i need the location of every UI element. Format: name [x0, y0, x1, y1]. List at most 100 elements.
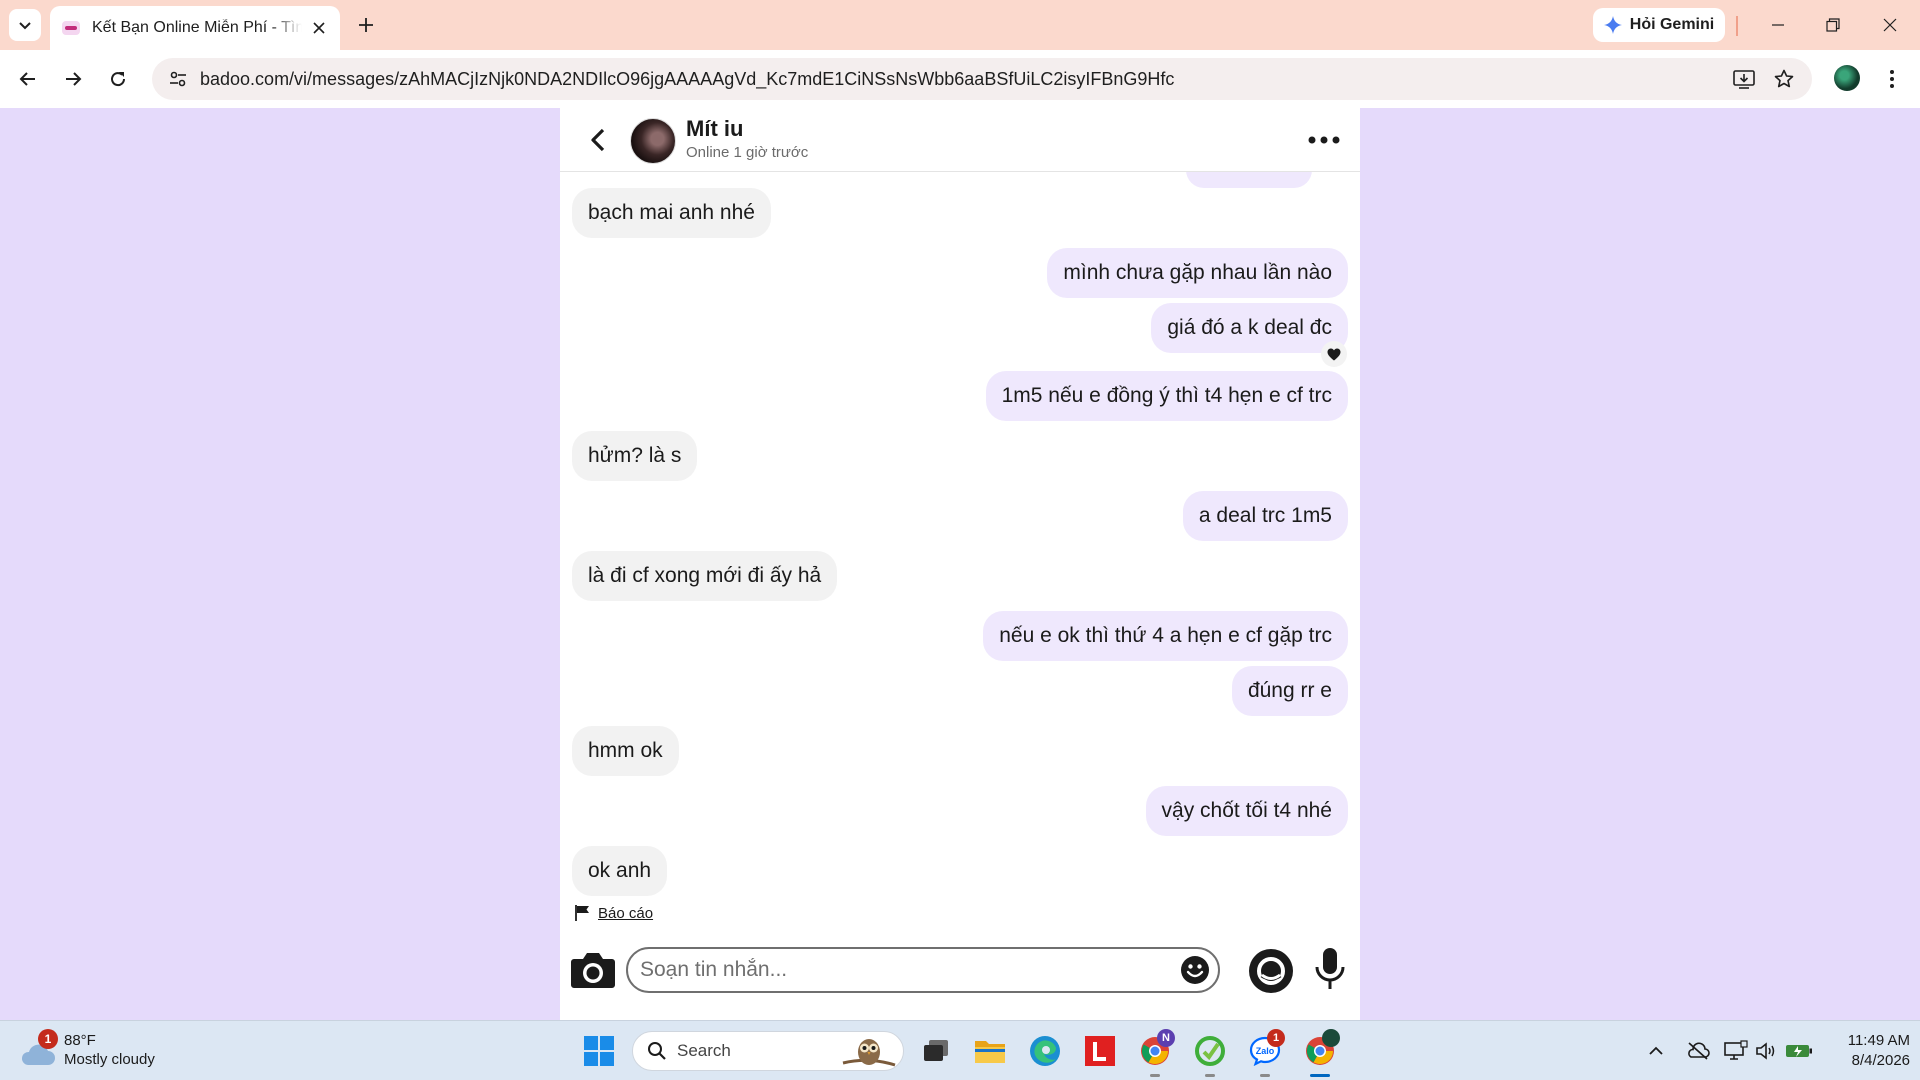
smiley-icon [1181, 956, 1209, 984]
message-outgoing[interactable]: mình chưa gặp nhau lần nào [1047, 248, 1348, 298]
file-explorer-button[interactable] [970, 1031, 1010, 1071]
new-tab-button[interactable] [352, 11, 380, 39]
sticker-icon [1249, 949, 1293, 993]
message-incoming[interactable]: hmm ok [572, 726, 679, 776]
running-indicator [1150, 1074, 1160, 1077]
green-app-button[interactable] [1190, 1031, 1230, 1077]
address-bar[interactable]: badoo.com/vi/messages/zAhMACjIzNjk0NDA2N… [152, 58, 1812, 100]
reload-button[interactable] [102, 63, 134, 95]
contact-status: Online 1 giờ trước [686, 144, 809, 161]
message-input[interactable] [640, 953, 1160, 987]
report-link[interactable]: Báo cáo [574, 904, 653, 922]
sticker-button[interactable] [1248, 948, 1294, 994]
taskbar-search[interactable]: Search [632, 1031, 904, 1071]
message-outgoing[interactable]: 1m5 nếu e đồng ý thì t4 hẹn e cf trc [985, 371, 1348, 421]
browser-menu-button[interactable] [1876, 63, 1908, 95]
chevron-left-icon [591, 128, 605, 152]
svg-text:Zalo: Zalo [1256, 1046, 1275, 1056]
tab-title: Kết Bạn Online Miễn Phí - Tìm Bạn [92, 19, 302, 36]
message-composer [560, 934, 1360, 1004]
message-outgoing[interactable]: vậy chốt tối t4 nhé [1145, 786, 1348, 836]
windows-logo-icon [584, 1036, 614, 1066]
site-info-icon[interactable] [156, 58, 200, 100]
browser-tab-strip: Kết Bạn Online Miễn Phí - Tìm Bạn Hỏi Ge… [0, 0, 1920, 50]
camera-button[interactable] [570, 946, 616, 992]
profile-avatar[interactable] [1834, 65, 1860, 91]
chrome-active-button[interactable] [1300, 1029, 1340, 1077]
show-hidden-icons-button[interactable] [1642, 1037, 1670, 1065]
close-icon [313, 22, 325, 34]
report-label[interactable]: Báo cáo [598, 905, 653, 922]
install-app-icon [1733, 70, 1755, 89]
windows-taskbar: 1 88°F Mostly cloudy Search N Zalo 1 11:… [0, 1020, 1920, 1080]
voice-message-button[interactable] [1310, 946, 1350, 992]
restore-icon [1826, 18, 1840, 32]
chrome-profile-badge: N [1157, 1029, 1175, 1047]
message-outgoing[interactable]: giá đó a k deal đc [1151, 303, 1348, 353]
arrow-right-icon [66, 72, 82, 86]
weather-description: Mostly cloudy [64, 1051, 155, 1068]
browser-tab-active[interactable]: Kết Bạn Online Miễn Phí - Tìm Bạn [50, 6, 340, 50]
running-indicator [1205, 1074, 1215, 1077]
contact-name[interactable]: Mít iu [686, 116, 743, 142]
back-button[interactable] [12, 63, 44, 95]
message-outgoing[interactable]: a deal trc 1m5 [1182, 491, 1348, 541]
close-icon [1883, 18, 1897, 32]
contact-avatar[interactable] [630, 118, 676, 164]
battery-charging-icon[interactable] [1785, 1037, 1813, 1065]
star-icon [1774, 69, 1794, 88]
start-button[interactable] [583, 1035, 615, 1067]
message-incoming[interactable]: ok anh [572, 846, 668, 896]
edge-button[interactable] [1025, 1031, 1065, 1071]
weather-temperature: 88°F [64, 1032, 96, 1049]
message-input-box[interactable] [626, 947, 1220, 993]
more-horizontal-icon [1308, 136, 1340, 144]
owl-illustration-icon [842, 1039, 896, 1067]
minimize-button[interactable] [1758, 10, 1798, 40]
restore-button[interactable] [1813, 10, 1853, 40]
arrow-left-icon [19, 72, 35, 86]
url-text[interactable]: badoo.com/vi/messages/zAhMACjIzNjk0NDA2N… [200, 69, 1174, 90]
minimize-icon [1772, 24, 1784, 26]
lexis-app-button[interactable] [1080, 1031, 1120, 1071]
install-app-button[interactable] [1728, 63, 1760, 95]
chat-options-button[interactable] [1304, 128, 1344, 152]
chevron-up-icon [1649, 1046, 1663, 1055]
weather-badge: 1 [38, 1029, 58, 1049]
forward-button[interactable] [57, 63, 89, 95]
tab-close-button[interactable] [310, 19, 328, 37]
camera-icon [571, 953, 615, 988]
network-icon[interactable] [1722, 1037, 1750, 1065]
running-indicator [1260, 1074, 1270, 1077]
bookmark-button[interactable] [1768, 63, 1800, 95]
ask-gemini-label: Hỏi Gemini [1629, 16, 1715, 33]
tab-search-button[interactable] [9, 9, 41, 41]
chat-back-button[interactable] [584, 126, 612, 154]
message-incoming[interactable]: là đi cf xong mới đi ấy hả [572, 551, 838, 601]
ask-gemini-button[interactable]: Hỏi Gemini [1593, 8, 1725, 42]
heart-reaction-icon[interactable] [1321, 341, 1347, 367]
zalo-button[interactable]: Zalo 1 [1245, 1029, 1285, 1077]
task-view-icon [924, 1040, 948, 1061]
letter-l-app-icon [1085, 1036, 1115, 1066]
volume-icon[interactable] [1752, 1037, 1780, 1065]
message-incoming[interactable]: bạch mai anh nhé [572, 188, 771, 238]
search-label: Search [677, 1041, 731, 1060]
close-window-button[interactable] [1870, 10, 1910, 40]
message-incoming[interactable]: hửm? là s [572, 431, 698, 481]
onedrive-offline-icon[interactable] [1684, 1037, 1712, 1065]
edge-icon [1030, 1036, 1060, 1066]
chrome-profile-button[interactable]: N [1135, 1029, 1175, 1077]
system-clock[interactable]: 11:49 AM 8/4/2026 [1820, 1031, 1910, 1071]
badoo-favicon-icon [62, 21, 80, 35]
active-indicator [1310, 1074, 1330, 1077]
message-outgoing[interactable]: nếu e ok thì thứ 4 a hẹn e cf gặp trc [983, 611, 1348, 661]
task-view-button[interactable] [916, 1031, 956, 1071]
browser-toolbar: badoo.com/vi/messages/zAhMACjIzNjk0NDA2N… [0, 50, 1920, 108]
clock-time: 11:49 AM [1847, 1032, 1910, 1049]
weather-widget[interactable]: 1 88°F Mostly cloudy [20, 1029, 200, 1073]
reload-icon [111, 72, 126, 87]
message-outgoing[interactable]: đúng rr e [1231, 666, 1348, 716]
emoji-button[interactable] [1180, 955, 1210, 985]
chat-header: Mít iu Online 1 giờ trước [560, 108, 1360, 172]
